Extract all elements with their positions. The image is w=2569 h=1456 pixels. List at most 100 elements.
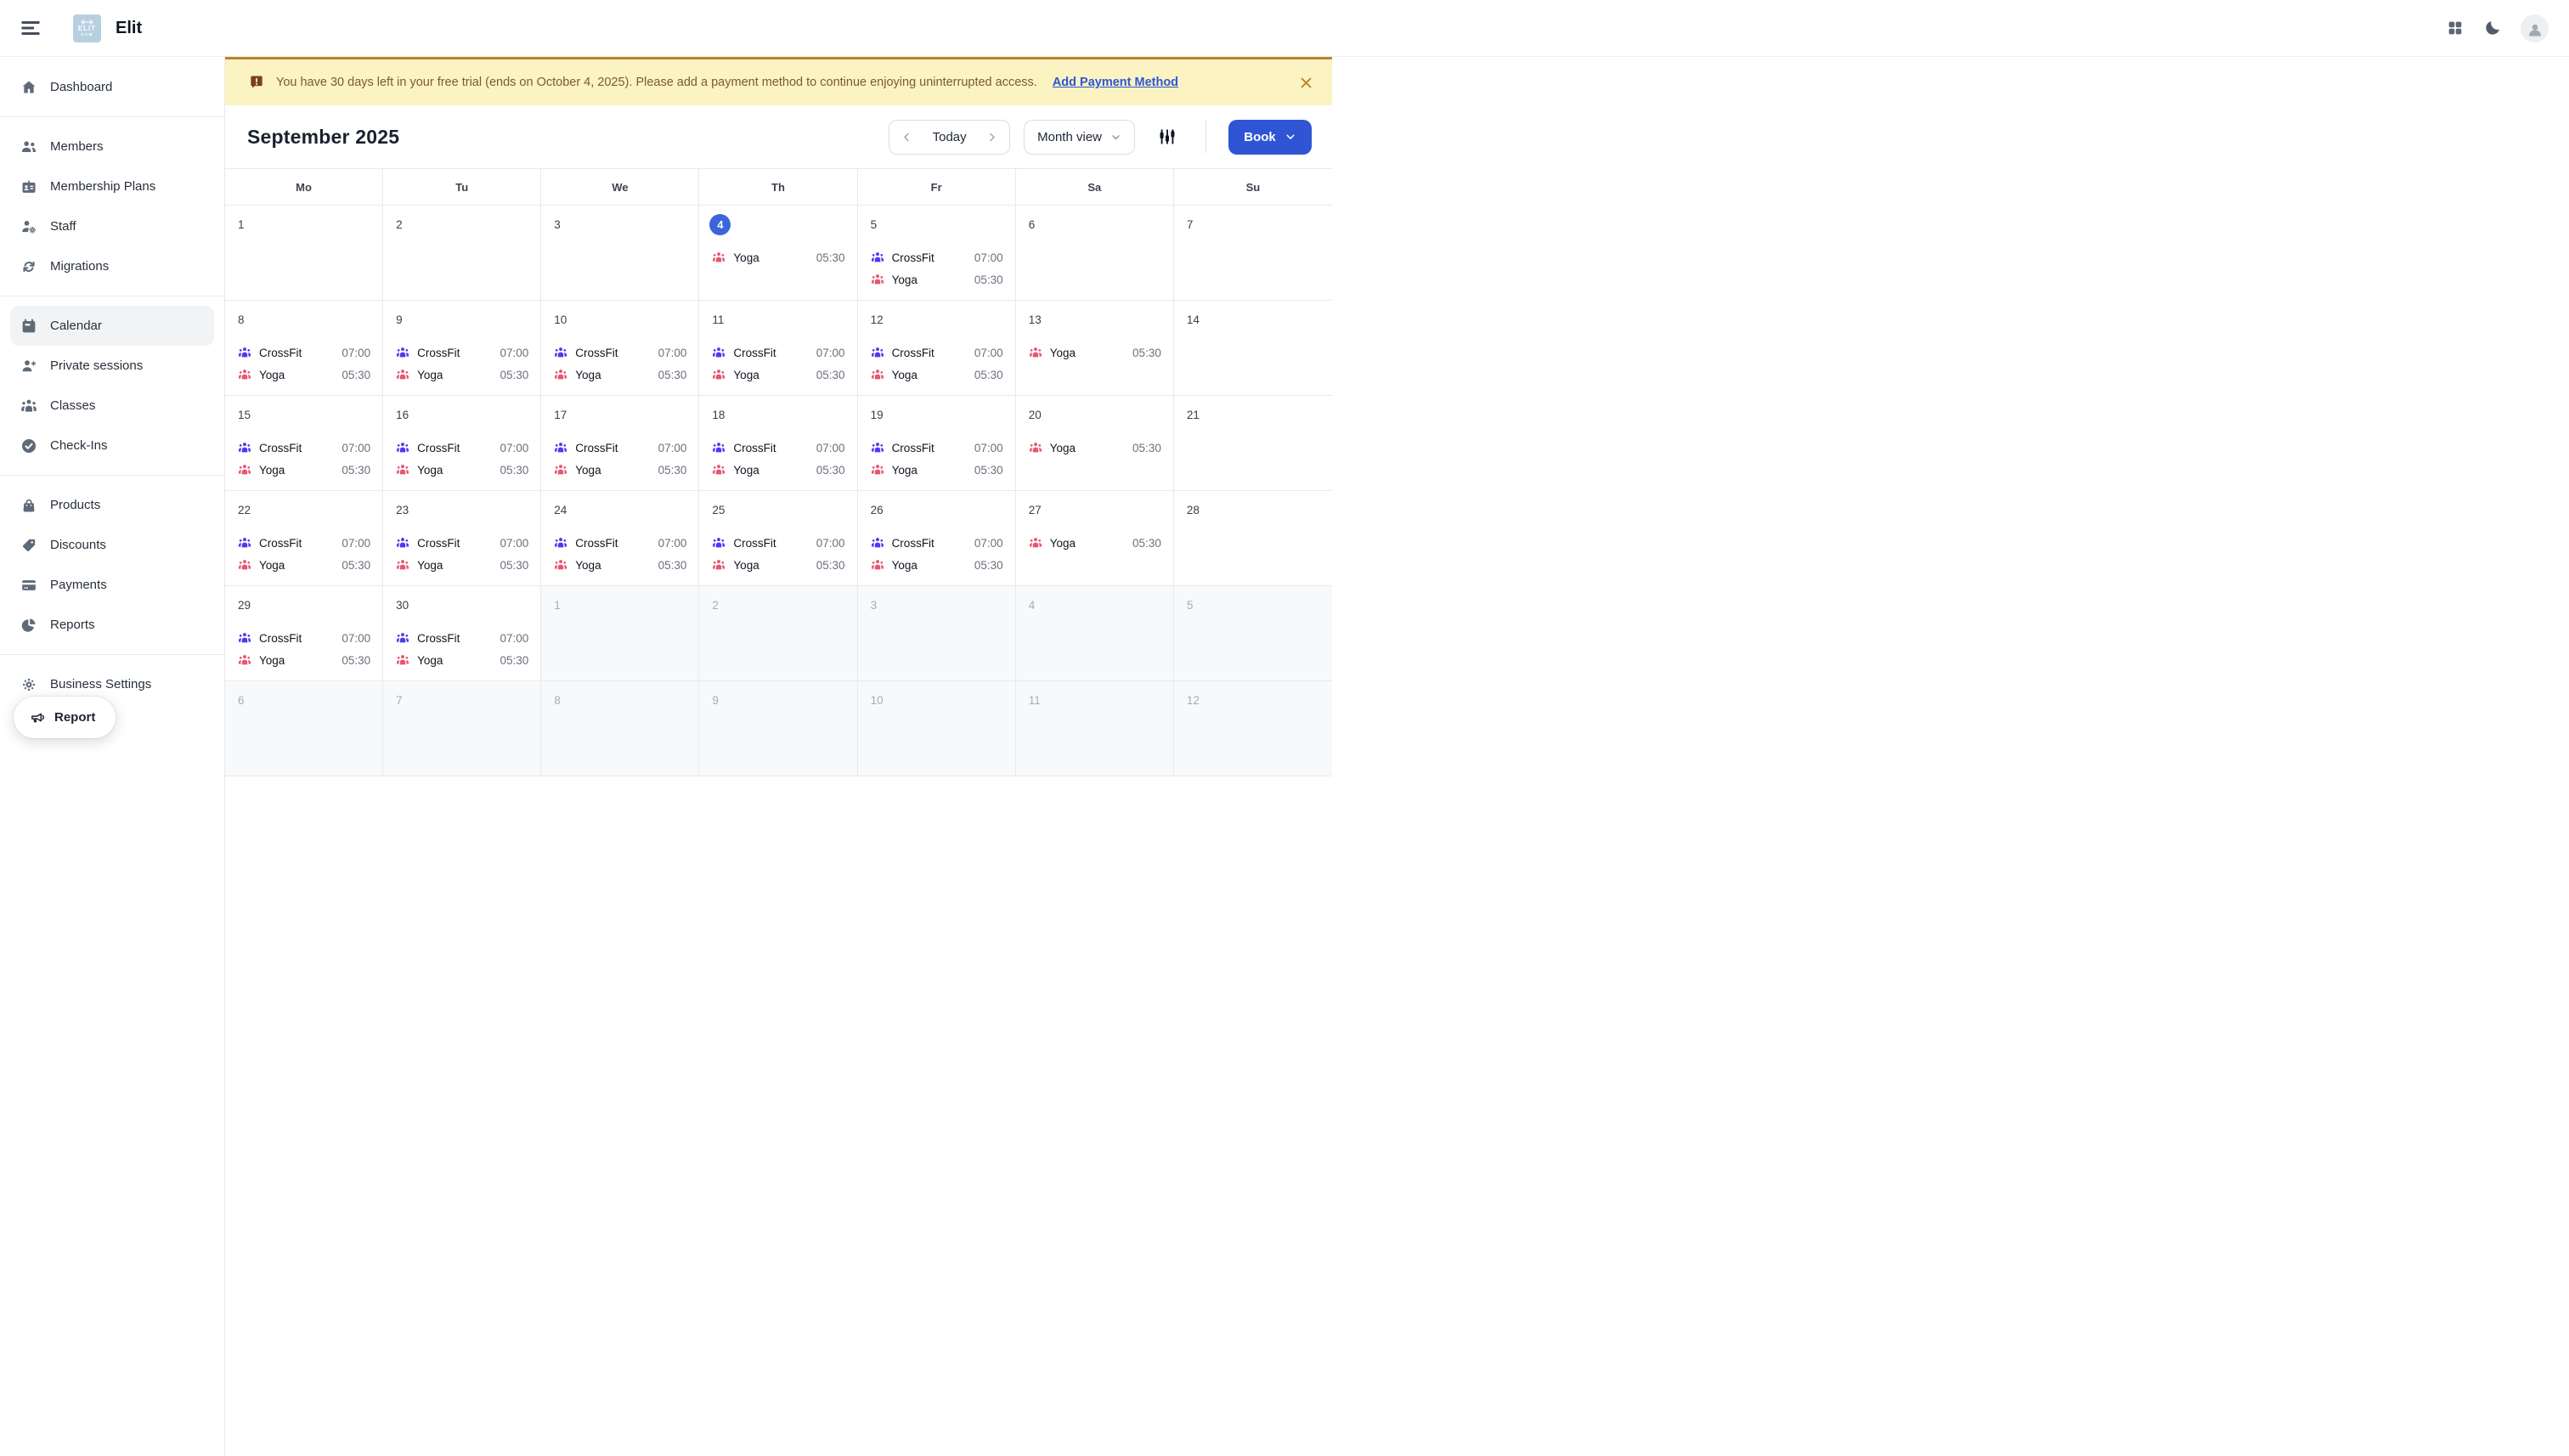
day-cell-12[interactable]: 12CrossFit07:00Yoga05:30: [858, 301, 1016, 396]
sidebar-item-classes[interactable]: Classes: [10, 386, 214, 426]
sidebar-item-reports[interactable]: Reports: [10, 605, 214, 645]
day-cell-24[interactable]: 24CrossFit07:00Yoga05:30: [541, 491, 699, 586]
event-yoga[interactable]: Yoga05:30: [396, 558, 528, 572]
day-cell-8[interactable]: 8: [541, 681, 699, 776]
sidebar-item-products[interactable]: Products: [10, 485, 214, 525]
event-yoga[interactable]: Yoga05:30: [238, 368, 370, 381]
event-crossfit[interactable]: CrossFit07:00: [554, 441, 686, 454]
today-button[interactable]: Today: [933, 130, 967, 144]
day-cell-8[interactable]: 8CrossFit07:00Yoga05:30: [225, 301, 383, 396]
day-cell-29[interactable]: 29CrossFit07:00Yoga05:30: [225, 586, 383, 681]
day-cell-12[interactable]: 12: [1174, 681, 1332, 776]
event-yoga[interactable]: Yoga05:30: [396, 653, 528, 667]
day-cell-13[interactable]: 13Yoga05:30: [1016, 301, 1174, 396]
sidebar-item-staff[interactable]: Staff: [10, 206, 214, 246]
dark-mode-moon-icon[interactable]: [2483, 19, 2502, 37]
add-payment-method-link[interactable]: Add Payment Method: [1053, 76, 1178, 89]
sidebar-item-calendar[interactable]: Calendar: [10, 306, 214, 346]
sidebar-item-dashboard[interactable]: Dashboard: [10, 67, 214, 107]
day-cell-2[interactable]: 2: [383, 206, 541, 301]
close-icon[interactable]: [1299, 76, 1313, 90]
filters-sliders-icon[interactable]: [1158, 127, 1177, 146]
day-cell-20[interactable]: 20Yoga05:30: [1016, 396, 1174, 491]
day-cell-16[interactable]: 16CrossFit07:00Yoga05:30: [383, 396, 541, 491]
event-crossfit[interactable]: CrossFit07:00: [712, 536, 844, 550]
event-yoga[interactable]: Yoga05:30: [712, 251, 844, 264]
event-yoga[interactable]: Yoga05:30: [712, 368, 844, 381]
day-cell-2[interactable]: 2: [699, 586, 857, 681]
event-yoga[interactable]: Yoga05:30: [871, 558, 1003, 572]
event-crossfit[interactable]: CrossFit07:00: [238, 346, 370, 359]
event-crossfit[interactable]: CrossFit07:00: [238, 441, 370, 454]
day-cell-1[interactable]: 1: [225, 206, 383, 301]
day-cell-19[interactable]: 19CrossFit07:00Yoga05:30: [858, 396, 1016, 491]
day-cell-9[interactable]: 9: [699, 681, 857, 776]
event-yoga[interactable]: Yoga05:30: [554, 368, 686, 381]
event-crossfit[interactable]: CrossFit07:00: [554, 346, 686, 359]
event-yoga[interactable]: Yoga05:30: [554, 558, 686, 572]
event-yoga[interactable]: Yoga05:30: [238, 558, 370, 572]
sidebar-item-private-sessions[interactable]: Private sessions: [10, 346, 214, 386]
day-cell-11[interactable]: 11: [1016, 681, 1174, 776]
event-yoga[interactable]: Yoga05:30: [396, 368, 528, 381]
day-cell-5[interactable]: 5CrossFit07:00Yoga05:30: [858, 206, 1016, 301]
day-cell-3[interactable]: 3: [541, 206, 699, 301]
event-yoga[interactable]: Yoga05:30: [238, 463, 370, 477]
event-yoga[interactable]: Yoga05:30: [238, 653, 370, 667]
view-select[interactable]: Month view: [1024, 120, 1135, 155]
day-cell-7[interactable]: 7: [1174, 206, 1332, 301]
event-crossfit[interactable]: CrossFit07:00: [396, 631, 528, 645]
report-button[interactable]: Report: [14, 697, 116, 738]
day-cell-26[interactable]: 26CrossFit07:00Yoga05:30: [858, 491, 1016, 586]
day-cell-17[interactable]: 17CrossFit07:00Yoga05:30: [541, 396, 699, 491]
event-yoga[interactable]: Yoga05:30: [1029, 536, 1161, 550]
sidebar-item-membership-plans[interactable]: Membership Plans: [10, 166, 214, 206]
event-crossfit[interactable]: CrossFit07:00: [238, 536, 370, 550]
event-crossfit[interactable]: CrossFit07:00: [871, 346, 1003, 359]
event-crossfit[interactable]: CrossFit07:00: [396, 441, 528, 454]
event-crossfit[interactable]: CrossFit07:00: [396, 346, 528, 359]
day-cell-11[interactable]: 11CrossFit07:00Yoga05:30: [699, 301, 857, 396]
event-crossfit[interactable]: CrossFit07:00: [554, 536, 686, 550]
event-yoga[interactable]: Yoga05:30: [712, 558, 844, 572]
day-cell-5[interactable]: 5: [1174, 586, 1332, 681]
day-cell-21[interactable]: 21: [1174, 396, 1332, 491]
event-crossfit[interactable]: CrossFit07:00: [871, 536, 1003, 550]
event-crossfit[interactable]: CrossFit07:00: [871, 441, 1003, 454]
day-cell-18[interactable]: 18CrossFit07:00Yoga05:30: [699, 396, 857, 491]
sidebar-item-discounts[interactable]: Discounts: [10, 525, 214, 565]
day-cell-15[interactable]: 15CrossFit07:00Yoga05:30: [225, 396, 383, 491]
chevron-left-icon[interactable]: [901, 131, 913, 144]
day-cell-14[interactable]: 14: [1174, 301, 1332, 396]
event-crossfit[interactable]: CrossFit07:00: [238, 631, 370, 645]
day-cell-1[interactable]: 1: [541, 586, 699, 681]
day-cell-25[interactable]: 25CrossFit07:00Yoga05:30: [699, 491, 857, 586]
event-yoga[interactable]: Yoga05:30: [1029, 441, 1161, 454]
book-button[interactable]: Book: [1228, 120, 1312, 155]
event-crossfit[interactable]: CrossFit07:00: [712, 346, 844, 359]
event-crossfit[interactable]: CrossFit07:00: [871, 251, 1003, 264]
day-cell-27[interactable]: 27Yoga05:30: [1016, 491, 1174, 586]
day-cell-9[interactable]: 9CrossFit07:00Yoga05:30: [383, 301, 541, 396]
event-yoga[interactable]: Yoga05:30: [871, 368, 1003, 381]
avatar[interactable]: [2521, 14, 2549, 42]
day-cell-10[interactable]: 10: [858, 681, 1016, 776]
day-cell-3[interactable]: 3: [858, 586, 1016, 681]
day-cell-30[interactable]: 30CrossFit07:00Yoga05:30: [383, 586, 541, 681]
day-cell-7[interactable]: 7: [383, 681, 541, 776]
sidebar-item-members[interactable]: Members: [10, 127, 214, 166]
menu-icon[interactable]: [20, 17, 42, 39]
event-yoga[interactable]: Yoga05:30: [871, 463, 1003, 477]
event-yoga[interactable]: Yoga05:30: [396, 463, 528, 477]
event-yoga[interactable]: Yoga05:30: [1029, 346, 1161, 359]
day-cell-10[interactable]: 10CrossFit07:00Yoga05:30: [541, 301, 699, 396]
day-cell-4[interactable]: 4: [1016, 586, 1174, 681]
day-cell-6[interactable]: 6: [225, 681, 383, 776]
sidebar-item-check-ins[interactable]: Check-Ins: [10, 426, 214, 466]
event-yoga[interactable]: Yoga05:30: [712, 463, 844, 477]
chevron-right-icon[interactable]: [985, 131, 998, 144]
day-cell-23[interactable]: 23CrossFit07:00Yoga05:30: [383, 491, 541, 586]
day-cell-6[interactable]: 6: [1016, 206, 1174, 301]
event-yoga[interactable]: Yoga05:30: [554, 463, 686, 477]
day-cell-28[interactable]: 28: [1174, 491, 1332, 586]
